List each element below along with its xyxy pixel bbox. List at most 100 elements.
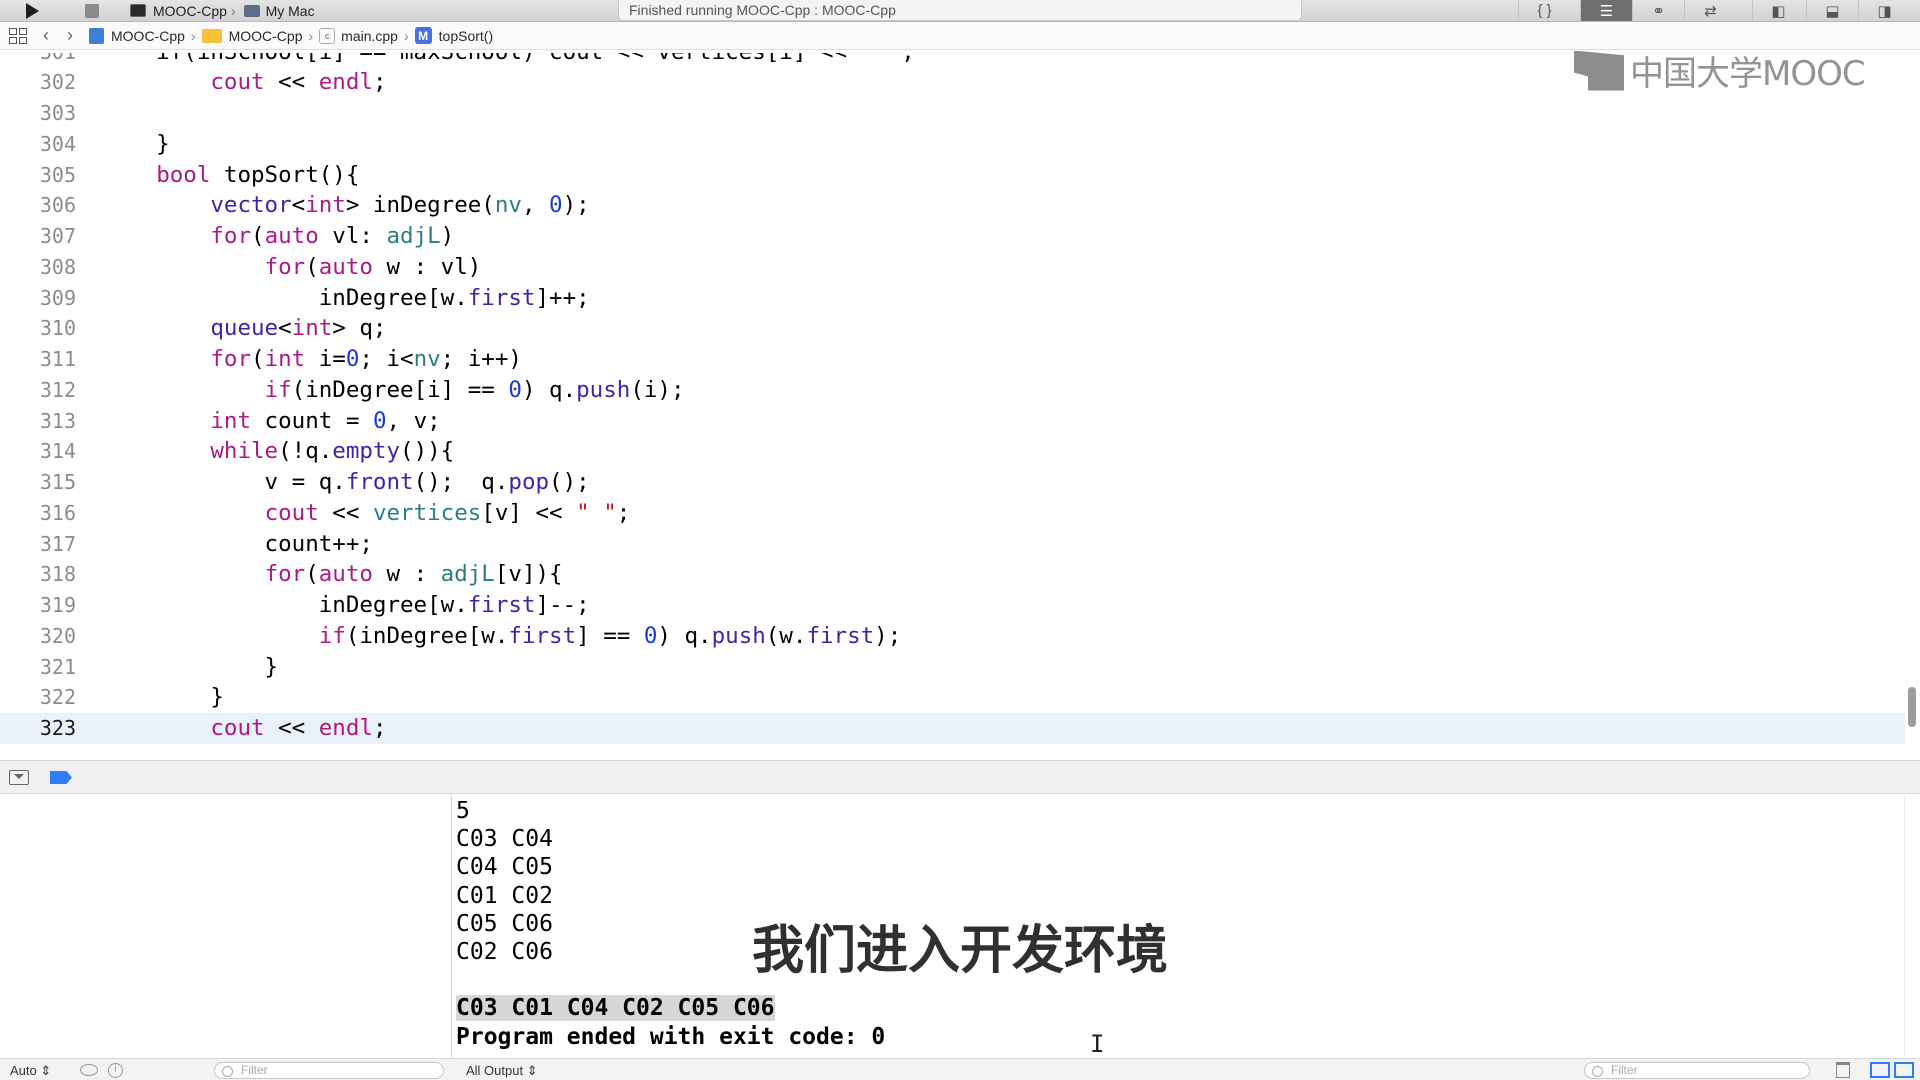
forward-arrow-icon[interactable]: ›: [67, 25, 73, 46]
line-number: 315: [39, 470, 76, 494]
line-number: 305: [39, 162, 76, 187]
code-line[interactable]: 313 int count = 0, v;: [0, 405, 1905, 436]
code-line[interactable]: 320 if(inDegree[w.first] == 0) q.push(w.…: [0, 620, 1905, 651]
line-number: 307: [39, 224, 76, 248]
code-text: }: [102, 130, 170, 157]
code-text: inDegree[w.first]--;: [102, 592, 590, 618]
line-number: 303: [39, 101, 76, 125]
line-number: 301: [0, 53, 76, 64]
cpp-file-icon: c: [319, 27, 336, 44]
line-number: 312: [39, 377, 76, 402]
hide-debug-area-icon[interactable]: [9, 770, 29, 785]
version-editor-icon: ⇄: [1704, 2, 1717, 20]
line-number: 304: [39, 131, 76, 156]
stop-button[interactable]: [72, 0, 112, 21]
console-filter-field[interactable]: Filter: [1584, 1062, 1810, 1079]
show-variables-view-icon[interactable]: [1870, 1062, 1890, 1078]
method-icon: M: [414, 27, 432, 44]
console-scrollbar[interactable]: [1904, 795, 1920, 1057]
console-exit-line: Program ended with exit code: 0: [456, 1023, 886, 1050]
watermark: 中国大学MOOC: [1574, 46, 1866, 95]
code-line[interactable]: 310 queue<int> q;: [0, 313, 1905, 344]
line-number: 311: [39, 347, 76, 371]
code-line[interactable]: 308 for(auto w : vl): [0, 251, 1905, 282]
line-number: 310: [39, 316, 76, 341]
code-text: }: [102, 653, 279, 680]
code-text: bool topSort(){: [156, 161, 360, 188]
breadcrumb-file[interactable]: c main.cpp: [319, 27, 398, 44]
code-line[interactable]: 309 inDegree[w.first]++;: [0, 282, 1905, 313]
code-text: while(!q.empty()){: [210, 438, 455, 465]
console-line: 5: [456, 798, 470, 824]
breadcrumb-label: MOOC-Cpp: [111, 27, 185, 44]
info-icon[interactable]: i: [108, 1063, 123, 1078]
standard-editor-button[interactable]: ☰: [1580, 0, 1632, 21]
scheme-selector[interactable]: MOOC-Cpp › My Mac: [130, 0, 352, 21]
version-editor-button[interactable]: ⇄: [1684, 0, 1736, 21]
code-text: if(inDegree[w.first] == 0) q.push(w.firs…: [318, 622, 902, 649]
current-code-line[interactable]: 323 cout << endl;: [0, 712, 1905, 744]
code-text: for(auto w : vl): [264, 253, 482, 280]
code-text: inDegree[w.first]++;: [102, 284, 590, 311]
braces-icon: { }: [1537, 2, 1552, 19]
line-number: 309: [39, 285, 76, 310]
output-scope-select[interactable]: All Output ⇕: [466, 1063, 538, 1079]
braces-button[interactable]: { }: [1518, 0, 1570, 21]
code-line[interactable]: 321 }: [0, 651, 1905, 682]
variables-view[interactable]: [0, 795, 452, 1080]
line-number: 313: [39, 408, 76, 433]
code-line[interactable]: 317 count++;: [0, 528, 1905, 559]
code-line[interactable]: 305 bool topSort(){: [0, 159, 1905, 190]
line-number: 306: [39, 193, 76, 218]
code-line[interactable]: 322 }: [0, 682, 1905, 713]
line-number: 322: [39, 685, 76, 710]
console-line: C01 C02: [456, 882, 553, 909]
code-line[interactable]: 314 while(!q.empty()){: [0, 436, 1905, 467]
show-console-view-icon[interactable]: [1894, 1062, 1914, 1078]
breadcrumb-label: topSort(): [438, 27, 494, 44]
code-line[interactable]: 318 for(auto w : adjL[v]){: [0, 559, 1905, 590]
debug-area-toggle-icon: ⬓: [1825, 2, 1840, 20]
breadcrumb-label: MOOC-Cpp: [228, 27, 303, 44]
code-line[interactable]: 315 v = q.front(); q.pop();: [0, 467, 1905, 498]
code-line[interactable]: 306 vector<int> inDegree(nv, 0);: [0, 190, 1905, 221]
back-arrow-icon[interactable]: ‹: [43, 25, 49, 46]
navigator-toggle-button[interactable]: ◧: [1752, 0, 1804, 21]
play-icon: [25, 2, 39, 19]
variables-scope-select[interactable]: Auto ⇕: [10, 1063, 51, 1079]
mooc-logo-icon: [1574, 50, 1624, 91]
utilities-toggle-button[interactable]: ◨: [1858, 0, 1910, 21]
code-line[interactable]: 303: [0, 98, 1905, 129]
breadcrumb-folder[interactable]: MOOC-Cpp: [201, 27, 303, 44]
code-line[interactable]: 311 for(int i=0; i<nv; i++): [0, 344, 1905, 375]
run-button[interactable]: [12, 0, 52, 21]
code-text: v = q.front(); q.pop();: [102, 469, 590, 495]
terminal-app-icon: [130, 4, 146, 17]
folder-icon: [201, 28, 222, 43]
eye-icon[interactable]: [80, 1064, 98, 1076]
code-text: int count = 0, v;: [210, 407, 441, 434]
code-line[interactable]: 316 cout << vertices[v] << " ";: [0, 497, 1905, 528]
related-items-icon[interactable]: [9, 27, 27, 44]
code-line[interactable]: 307 for(auto vl: adjL): [0, 221, 1905, 252]
variables-filter-field[interactable]: Filter: [214, 1062, 444, 1079]
code-line[interactable]: 319 inDegree[w.first]--;: [0, 590, 1905, 621]
breakpoints-toggle-icon[interactable]: [50, 771, 72, 784]
assistant-editor-button[interactable]: ⚭: [1632, 0, 1684, 21]
trash-icon[interactable]: [1836, 1062, 1850, 1078]
source-editor[interactable]: 301 if(inSchool[i] == maxSchool) cout <<…: [0, 53, 1920, 757]
code-text: for(auto vl: adjL): [210, 223, 455, 249]
code-text: if(inSchool[i] == maxSchool) cout << ver…: [102, 53, 915, 65]
breadcrumb-project[interactable]: MOOC-Cpp: [89, 27, 185, 44]
code-line[interactable]: 312 if(inDegree[i] == 0) q.push(i);: [0, 374, 1905, 405]
breadcrumb-function[interactable]: M topSort(): [414, 27, 494, 44]
editor-scrollbar[interactable]: [1908, 687, 1916, 727]
debug-bottom-bar: Auto ⇕ i Filter All Output ⇕ Filter: [0, 1058, 1920, 1080]
activity-status: Finished running MOOC-Cpp : MOOC-Cpp: [618, 0, 1302, 21]
project-icon: [89, 27, 104, 44]
chevron-right-icon: ›: [403, 27, 409, 44]
standard-editor-icon: ☰: [1599, 2, 1614, 20]
code-text: queue<int> q;: [210, 315, 387, 342]
code-line[interactable]: 304 }: [0, 128, 1905, 159]
debug-area-toggle-button[interactable]: ⬓: [1806, 0, 1858, 21]
